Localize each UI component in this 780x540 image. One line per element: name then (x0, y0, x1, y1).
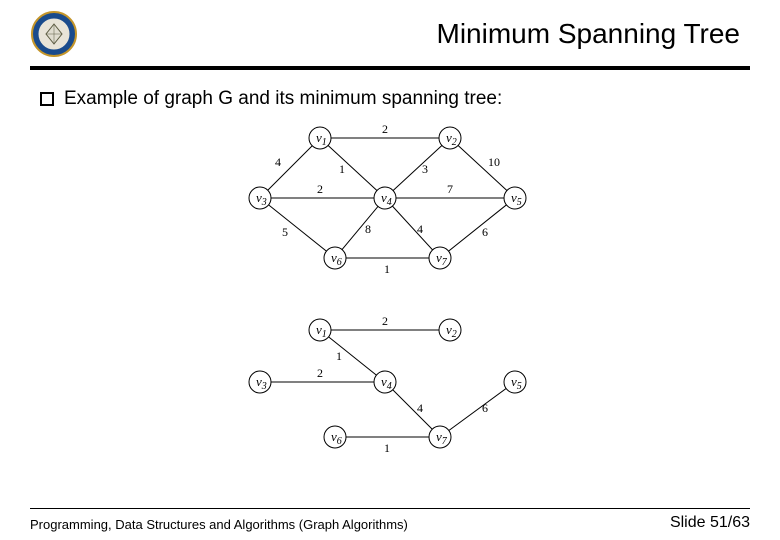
weight-e45: 7 (447, 182, 453, 196)
slide-footer: Programming, Data Structures and Algorit… (0, 514, 780, 532)
weight-e47: 4 (417, 222, 423, 236)
weight-e14: 1 (336, 349, 342, 363)
weight-e34: 2 (317, 366, 323, 380)
weight-e67: 1 (384, 441, 390, 455)
weight-e12: 2 (382, 314, 388, 328)
weight-e24: 3 (422, 162, 428, 176)
weight-e13: 4 (275, 155, 281, 169)
weight-e34: 2 (317, 182, 323, 196)
bullet-item: Example of graph G and its minimum spann… (40, 88, 740, 110)
weight-e57: 6 (482, 401, 488, 415)
weight-e12: 2 (382, 122, 388, 136)
graph-mst: 2 1 2 4 6 1 v1 v2 v3 v4 v5 (220, 312, 560, 462)
weight-e46: 8 (365, 222, 371, 236)
slide-title: Minimum Spanning Tree (78, 18, 750, 50)
weight-e14: 1 (339, 162, 345, 176)
square-bullet-icon (40, 92, 54, 106)
weight-e67: 1 (384, 262, 390, 276)
weight-e47: 4 (417, 401, 423, 415)
graph-g: 2 4 1 3 10 2 7 5 8 4 6 1 (220, 118, 560, 288)
footer-divider (30, 508, 750, 509)
bullet-text: Example of graph G and its minimum spann… (64, 88, 502, 110)
weight-e25: 10 (488, 155, 500, 169)
slide-number: Slide 51/63 (670, 514, 750, 532)
footer-course: Programming, Data Structures and Algorit… (30, 517, 670, 532)
slide-content: Example of graph G and its minimum spann… (0, 70, 780, 462)
slide-header: Minimum Spanning Tree (0, 0, 780, 66)
weight-e36: 5 (282, 225, 288, 239)
diagram-area: 2 4 1 3 10 2 7 5 8 4 6 1 (40, 118, 740, 462)
institution-logo (30, 10, 78, 58)
weight-e57: 6 (482, 225, 488, 239)
